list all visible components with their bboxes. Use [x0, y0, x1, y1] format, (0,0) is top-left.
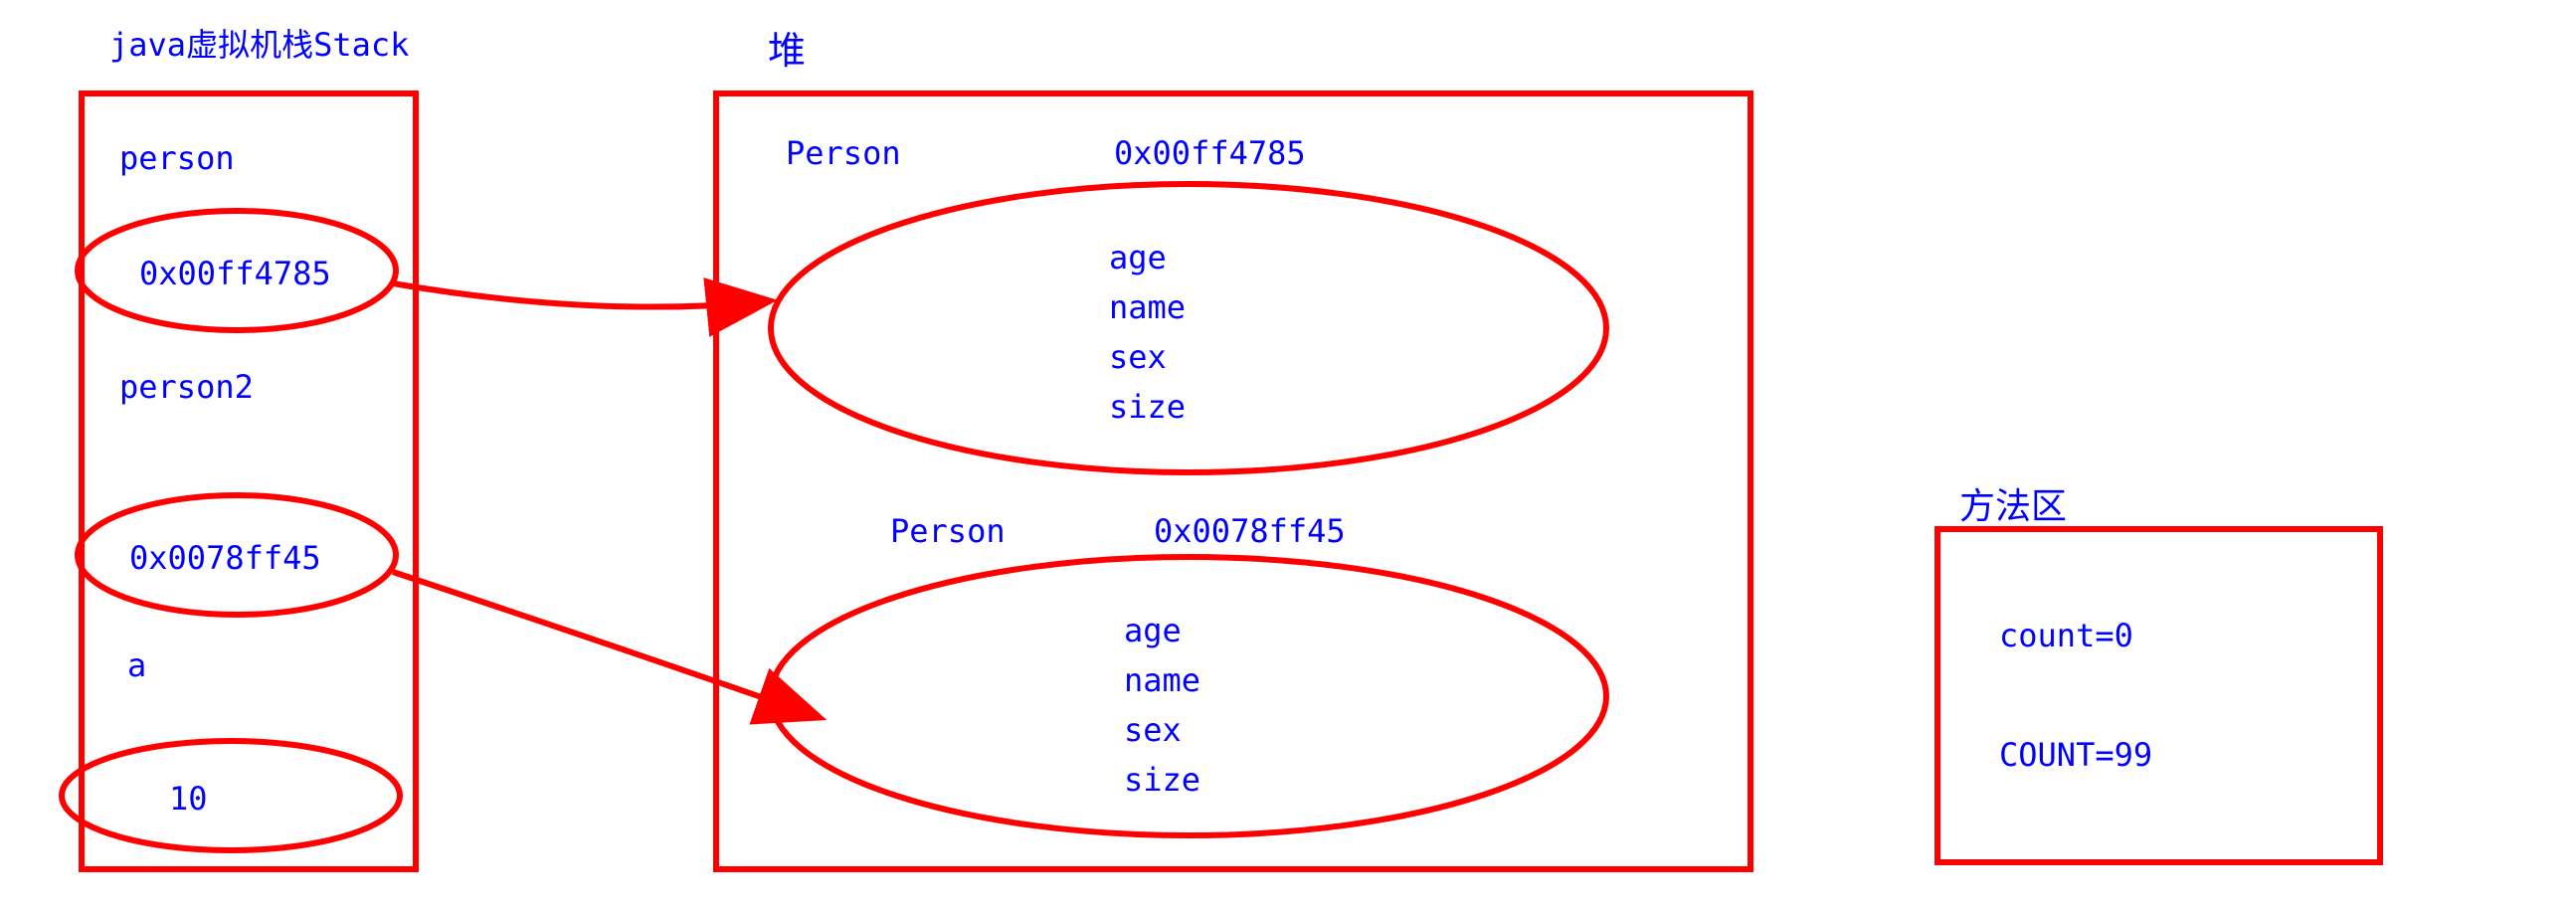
heap-obj-1-addr: 0x0078ff45	[1154, 512, 1346, 550]
method-area-entry-1: COUNT=99	[1999, 736, 2152, 774]
heap-obj-0-class: Person	[786, 134, 901, 172]
heap-obj-0-addr: 0x00ff4785	[1114, 134, 1306, 172]
heap-obj-1-field-0: age	[1124, 612, 1182, 649]
stack-var-label-0: person	[119, 139, 235, 177]
heap-obj-1-field-3: size	[1124, 761, 1200, 799]
heap-title: 堆	[768, 20, 806, 75]
heap-obj-0-field-2: sex	[1109, 338, 1167, 376]
stack-var-label-1: person2	[119, 368, 254, 406]
stack-var-addr-1: 0x0078ff45	[129, 539, 321, 577]
heap-obj-0-field-0: age	[1109, 239, 1167, 276]
heap-obj-1-field-2: sex	[1124, 711, 1182, 749]
method-area-title: 方法区	[1959, 477, 2067, 529]
stack-var-addr-2: 10	[169, 780, 208, 818]
stack-var-label-2: a	[127, 646, 146, 684]
heap-obj-1-class: Person	[890, 512, 1006, 550]
method-area-entry-0: count=0	[1999, 617, 2133, 654]
heap-obj-1-field-1: name	[1124, 661, 1200, 699]
heap-obj-0-field-1: name	[1109, 288, 1186, 326]
heap-obj-0-field-3: size	[1109, 388, 1186, 426]
stack-var-addr-0: 0x00ff4785	[139, 255, 331, 292]
stack-title: java虚拟机栈Stack	[109, 20, 409, 66]
